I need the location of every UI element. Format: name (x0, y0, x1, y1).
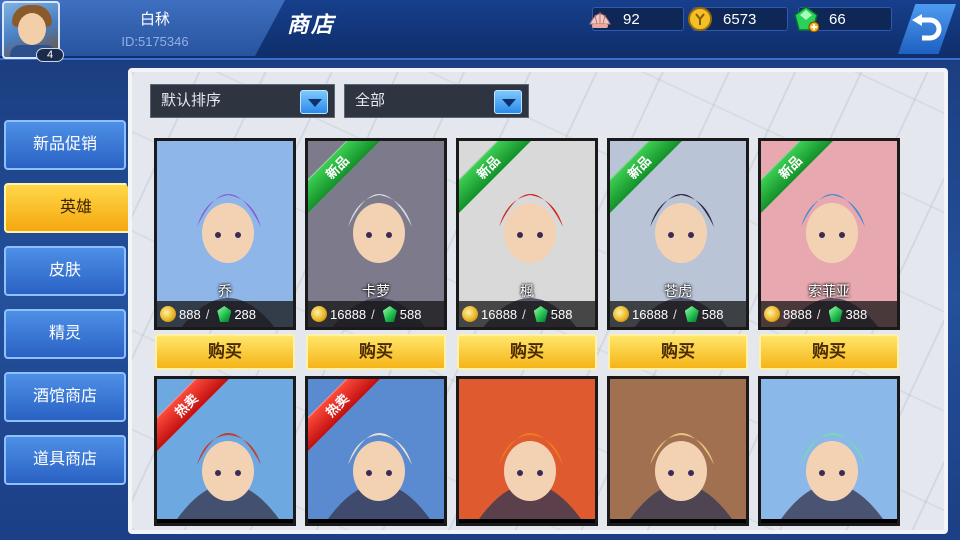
avatar-face (18, 13, 46, 45)
shell-count: 92 (623, 11, 640, 28)
gold-coin-icon (613, 306, 629, 322)
tab-tavern-shop[interactable]: 酒馆商店 (4, 372, 126, 422)
gem-count: 66 (829, 11, 846, 28)
top-bar: 4 白秫 ID:5175346 商店 92 6573 66 (0, 0, 960, 62)
gem-price: 588 (701, 306, 724, 322)
shell-icon (589, 12, 611, 28)
price-bar: 888/ 288 (157, 301, 293, 327)
gold-coin-icon (462, 306, 478, 322)
hero-portrait (459, 379, 595, 519)
currency-shell[interactable]: 92 (589, 7, 684, 31)
gem-price: 588 (550, 306, 573, 322)
player-level-badge: 4 (36, 48, 64, 62)
tab-heroes[interactable]: 英雄 (4, 183, 148, 233)
price-separator: / (371, 306, 375, 322)
price-separator: / (673, 306, 677, 322)
buy-button[interactable]: 购买 (608, 334, 748, 370)
gem-price: 288 (234, 306, 257, 322)
chevron-down-icon (300, 90, 328, 114)
hero-card[interactable] (607, 376, 749, 526)
shop-content-panel: 默认排序 全部 乔 888/288 购买 新品 卡萝 16888/588 购买 新品楓 16… (128, 68, 948, 534)
hero-card[interactable]: 新品 索菲亚 8888/388 (758, 138, 900, 330)
gold-coin-icon (688, 7, 712, 31)
tab-spirits[interactable]: 精灵 (4, 309, 126, 359)
hero-card[interactable]: 热卖 (305, 376, 447, 526)
tab-skins[interactable]: 皮肤 (4, 246, 126, 296)
gold-price: 8888 (783, 306, 812, 322)
green-gem-icon (382, 306, 397, 322)
hero-portrait (610, 379, 746, 519)
hero-portrait (761, 379, 897, 519)
buy-button[interactable]: 购买 (306, 334, 446, 370)
hero-name: 索菲亚 (808, 283, 850, 299)
buy-button[interactable]: 购买 (759, 334, 899, 370)
hero-card[interactable]: 乔 888/ 288 (154, 138, 296, 330)
category-dropdown[interactable]: 全部 (344, 84, 529, 118)
currency-gem[interactable]: 66 (794, 6, 892, 32)
price-separator: / (816, 306, 821, 322)
sort-dropdown-value: 默认排序 (161, 92, 222, 109)
chevron-down-icon (494, 90, 522, 114)
sort-dropdown[interactable]: 默认排序 (150, 84, 335, 118)
price-separator: / (205, 306, 210, 322)
gold-count: 6573 (723, 11, 757, 28)
tab-item-shop[interactable]: 道具商店 (4, 435, 126, 485)
hero-card[interactable]: 新品 卡萝 16888/588 (305, 138, 447, 330)
category-dropdown-value: 全部 (355, 92, 386, 109)
tab-new-promotions[interactable]: 新品促销 (4, 120, 126, 170)
gold-price: 16888 (632, 306, 669, 322)
hero-name: 楓 (520, 283, 534, 299)
hero-name: 苍虎 (664, 283, 692, 299)
price-bar: 16888/ 588 (308, 301, 444, 327)
hero-name: 乔 (218, 283, 232, 299)
price-bar: 8888/ 388 (761, 301, 897, 327)
gold-price: 888 (179, 306, 201, 322)
price-separator: / (522, 306, 526, 322)
hero-card[interactable] (758, 376, 900, 526)
buy-button[interactable]: 购买 (155, 334, 295, 370)
green-gem-plus-icon (794, 6, 819, 32)
page-title: 商店 (287, 12, 336, 37)
hero-card[interactable]: 热卖 (154, 376, 296, 526)
player-name: 白秫 (139, 11, 170, 28)
currency-gold[interactable]: 6573 (688, 7, 788, 31)
back-button[interactable] (898, 4, 956, 54)
player-id: ID:5175346 (121, 34, 189, 49)
gem-price: 588 (399, 306, 422, 322)
hero-card[interactable] (456, 376, 598, 526)
price-bar: 16888/ 588 (610, 301, 746, 327)
green-gem-icon (828, 306, 843, 322)
gem-price: 388 (845, 306, 868, 322)
green-gem-icon (684, 306, 699, 322)
green-gem-icon (217, 306, 232, 322)
gold-coin-icon (764, 306, 780, 322)
green-gem-icon (533, 306, 548, 322)
price-bar: 16888/ 588 (459, 301, 595, 327)
hero-card[interactable]: 新品楓 16888/588 (456, 138, 598, 330)
gold-price: 16888 (481, 306, 518, 322)
gold-coin-icon (311, 306, 327, 322)
hero-card[interactable]: 新品 苍虎 16888/588 (607, 138, 749, 330)
gold-coin-icon (160, 306, 176, 322)
gold-price: 16888 (330, 306, 367, 322)
hero-name: 卡萝 (362, 283, 390, 299)
buy-button[interactable]: 购买 (457, 334, 597, 370)
back-arrow-icon (912, 14, 942, 41)
